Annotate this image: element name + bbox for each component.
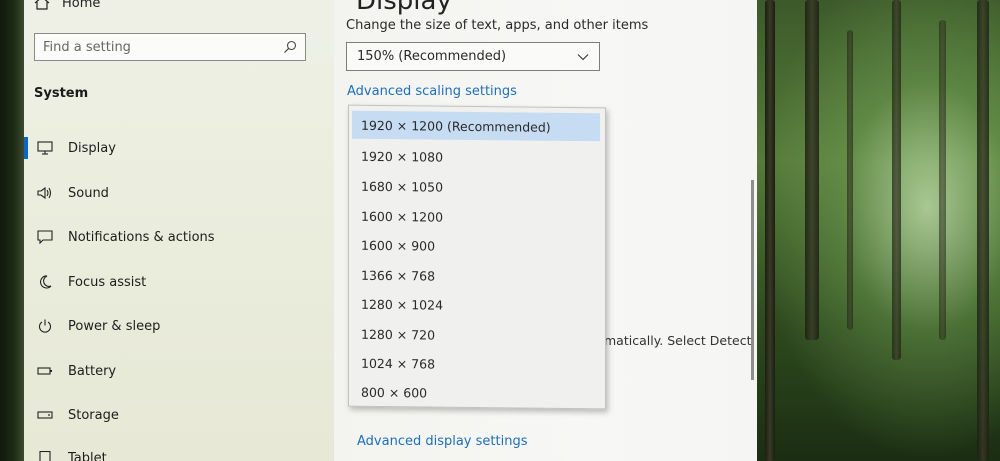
detect-description-text: matically. Select Detect xyxy=(604,333,752,348)
desktop-wallpaper xyxy=(757,0,1000,461)
sidebar-item-battery[interactable]: Battery xyxy=(24,358,324,384)
battery-icon xyxy=(36,363,54,379)
resolution-option[interactable]: 1600 × 900 xyxy=(352,231,600,262)
page-title: Display xyxy=(356,0,452,16)
resolution-option[interactable]: 1920 × 1080 xyxy=(352,142,600,173)
sidebar-item-label: Storage xyxy=(68,407,119,423)
search-box[interactable] xyxy=(34,33,306,61)
sidebar-item-power-sleep[interactable]: Power & sleep xyxy=(24,313,324,339)
sidebar-item-display[interactable]: Display xyxy=(24,135,324,161)
chevron-down-icon xyxy=(577,53,589,60)
search-icon[interactable] xyxy=(283,40,297,54)
sidebar-item-label: Notifications & actions xyxy=(68,229,215,245)
resolution-dropdown-list[interactable]: 1920 × 1200 (Recommended) 1920 × 1080 16… xyxy=(348,104,606,410)
resolution-option[interactable]: 1680 × 1050 xyxy=(352,172,600,203)
sidebar-item-label: Tablet xyxy=(68,450,107,461)
tablet-icon xyxy=(36,450,54,461)
message-icon xyxy=(36,229,54,245)
sidebar-item-label: Sound xyxy=(68,185,109,201)
sidebar-item-label: Display xyxy=(68,140,116,156)
resolution-option[interactable]: 1600 × 1200 xyxy=(352,202,600,233)
scale-label: Change the size of text, apps, and other… xyxy=(346,18,649,33)
screen: Home System Display Sound xyxy=(0,0,1000,461)
resolution-option[interactable]: 1920 × 1200 (Recommended) xyxy=(352,110,600,142)
resolution-option[interactable]: 1024 × 768 xyxy=(352,349,600,380)
speaker-icon xyxy=(36,185,54,201)
advanced-scaling-link[interactable]: Advanced scaling settings xyxy=(347,84,517,99)
sidebar-item-label: Power & sleep xyxy=(68,318,161,334)
scrollbar[interactable] xyxy=(751,180,754,380)
home-icon xyxy=(34,0,50,10)
search-input[interactable] xyxy=(35,38,283,56)
resolution-option[interactable]: 1280 × 1024 xyxy=(352,290,600,321)
home-nav[interactable]: Home xyxy=(34,0,100,12)
sidebar-item-notifications[interactable]: Notifications & actions xyxy=(24,224,324,250)
home-label: Home xyxy=(62,0,101,11)
power-icon xyxy=(36,318,54,334)
monitor-icon xyxy=(36,140,54,156)
sidebar-item-label: Focus assist xyxy=(68,274,147,290)
sidebar-item-focus-assist[interactable]: Focus assist xyxy=(24,269,324,295)
resolution-option[interactable]: 800 × 600 xyxy=(352,378,600,409)
sidebar-item-tablet[interactable]: Tablet xyxy=(24,445,324,461)
section-title: System xyxy=(34,86,89,101)
scale-value: 150% (Recommended) xyxy=(357,49,507,64)
sidebar-item-sound[interactable]: Sound xyxy=(24,180,324,206)
moon-icon xyxy=(36,274,54,290)
storage-icon xyxy=(36,407,54,423)
scale-dropdown[interactable]: 150% (Recommended) xyxy=(346,42,600,71)
sidebar-item-storage[interactable]: Storage xyxy=(24,402,324,428)
settings-sidebar: Home System Display Sound xyxy=(24,0,334,461)
resolution-option[interactable]: 1366 × 768 xyxy=(352,261,600,292)
sidebar-item-label: Battery xyxy=(68,363,117,379)
advanced-display-link[interactable]: Advanced display settings xyxy=(357,434,527,449)
screen-bezel xyxy=(0,0,24,461)
resolution-option[interactable]: 1280 × 720 xyxy=(352,320,600,351)
